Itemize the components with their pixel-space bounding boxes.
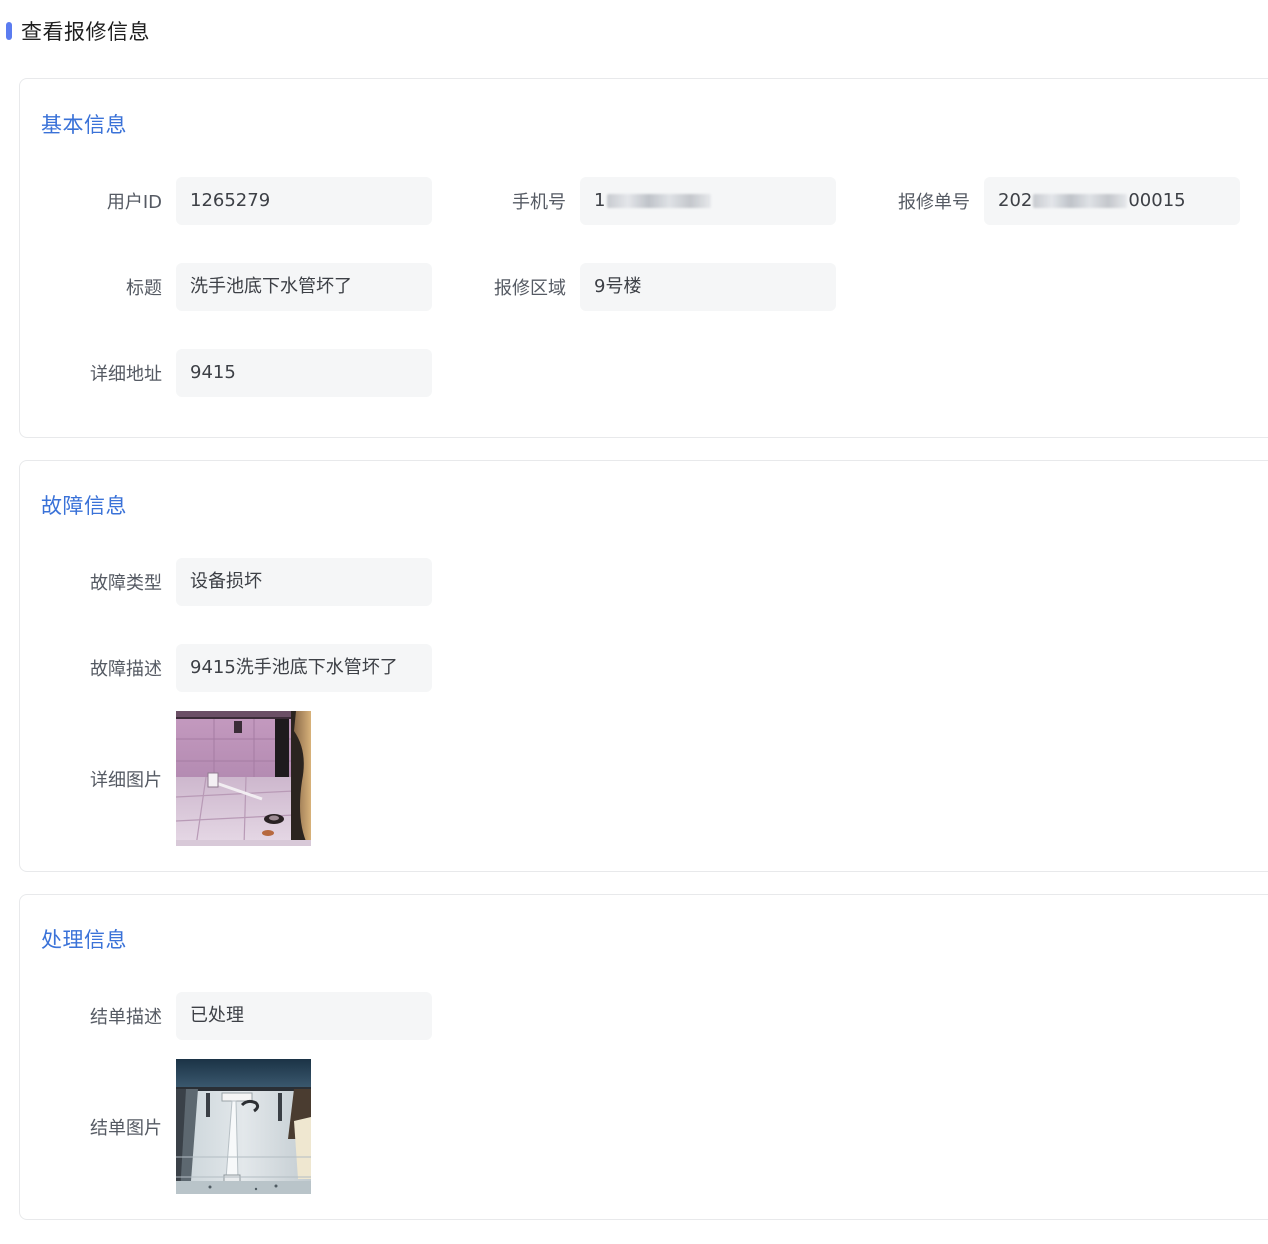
- page-header: 查看报修信息: [6, 16, 150, 46]
- fault-desc-field: 故障描述 9415洗手池底下水管坏了: [20, 644, 432, 692]
- phone-label: 手机号: [512, 192, 566, 213]
- fault-image-thumbnail[interactable]: [176, 711, 311, 846]
- handle-info-title: 处理信息: [41, 928, 127, 952]
- order-number-field: 报修单号 202 00015: [828, 177, 1240, 225]
- handle-info-card: 处理信息 结单描述 已处理 结单图片: [19, 894, 1268, 1220]
- fault-type-field: 故障类型 设备损坏: [20, 558, 432, 606]
- order-number-label: 报修单号: [898, 192, 970, 213]
- title-label: 标题: [126, 278, 162, 299]
- order-number-prefix: 202: [998, 190, 1033, 211]
- fault-desc-label: 故障描述: [90, 659, 162, 680]
- fault-info-card: 故障信息 故障类型 设备损坏 故障描述 9415洗手池底下水管坏了 详细图片: [19, 460, 1268, 872]
- close-image-field: 结单图片: [20, 1059, 311, 1194]
- close-desc-value[interactable]: 已处理: [176, 992, 432, 1040]
- phone-value-prefix: 1: [594, 190, 606, 211]
- page-title: 查看报修信息: [21, 20, 150, 44]
- fault-image-field: 详细图片: [20, 711, 311, 846]
- phone-value[interactable]: 1: [580, 177, 836, 225]
- photo-repaired-pipe-icon: [176, 1059, 311, 1194]
- fault-image-label: 详细图片: [90, 769, 162, 791]
- order-number-suffix: 00015: [1128, 190, 1186, 211]
- basic-info-title: 基本信息: [41, 113, 127, 137]
- address-value[interactable]: 9415: [176, 349, 432, 397]
- basic-info-card: 基本信息 用户ID 1265279 手机号 1 报修单号 202 00015 标题…: [19, 78, 1268, 438]
- address-field: 详细地址 9415: [20, 349, 432, 397]
- area-value[interactable]: 9号楼: [580, 263, 836, 311]
- title-value[interactable]: 洗手池底下水管坏了: [176, 263, 432, 311]
- address-label: 详细地址: [90, 364, 162, 385]
- title-field: 标题 洗手池底下水管坏了: [20, 263, 432, 311]
- photo-sink-floor-icon: [176, 711, 311, 846]
- order-number-value[interactable]: 202 00015: [984, 177, 1240, 225]
- phone-redacted: [607, 194, 712, 208]
- area-field: 报修区域 9号楼: [424, 263, 836, 311]
- fault-desc-value[interactable]: 9415洗手池底下水管坏了: [176, 644, 432, 692]
- close-image-thumbnail[interactable]: [176, 1059, 311, 1194]
- fault-type-value[interactable]: 设备损坏: [176, 558, 432, 606]
- fault-type-label: 故障类型: [90, 573, 162, 594]
- phone-field: 手机号 1: [424, 177, 836, 225]
- close-image-label: 结单图片: [90, 1117, 162, 1139]
- order-number-redacted: [1033, 194, 1128, 208]
- fault-info-title: 故障信息: [41, 494, 127, 518]
- user-id-value[interactable]: 1265279: [176, 177, 432, 225]
- header-accent-bar: [6, 22, 12, 40]
- area-label: 报修区域: [494, 278, 566, 299]
- close-desc-label: 结单描述: [90, 1007, 162, 1028]
- close-desc-field: 结单描述 已处理: [20, 992, 432, 1040]
- user-id-label: 用户ID: [106, 192, 162, 213]
- user-id-field: 用户ID 1265279: [20, 177, 432, 225]
